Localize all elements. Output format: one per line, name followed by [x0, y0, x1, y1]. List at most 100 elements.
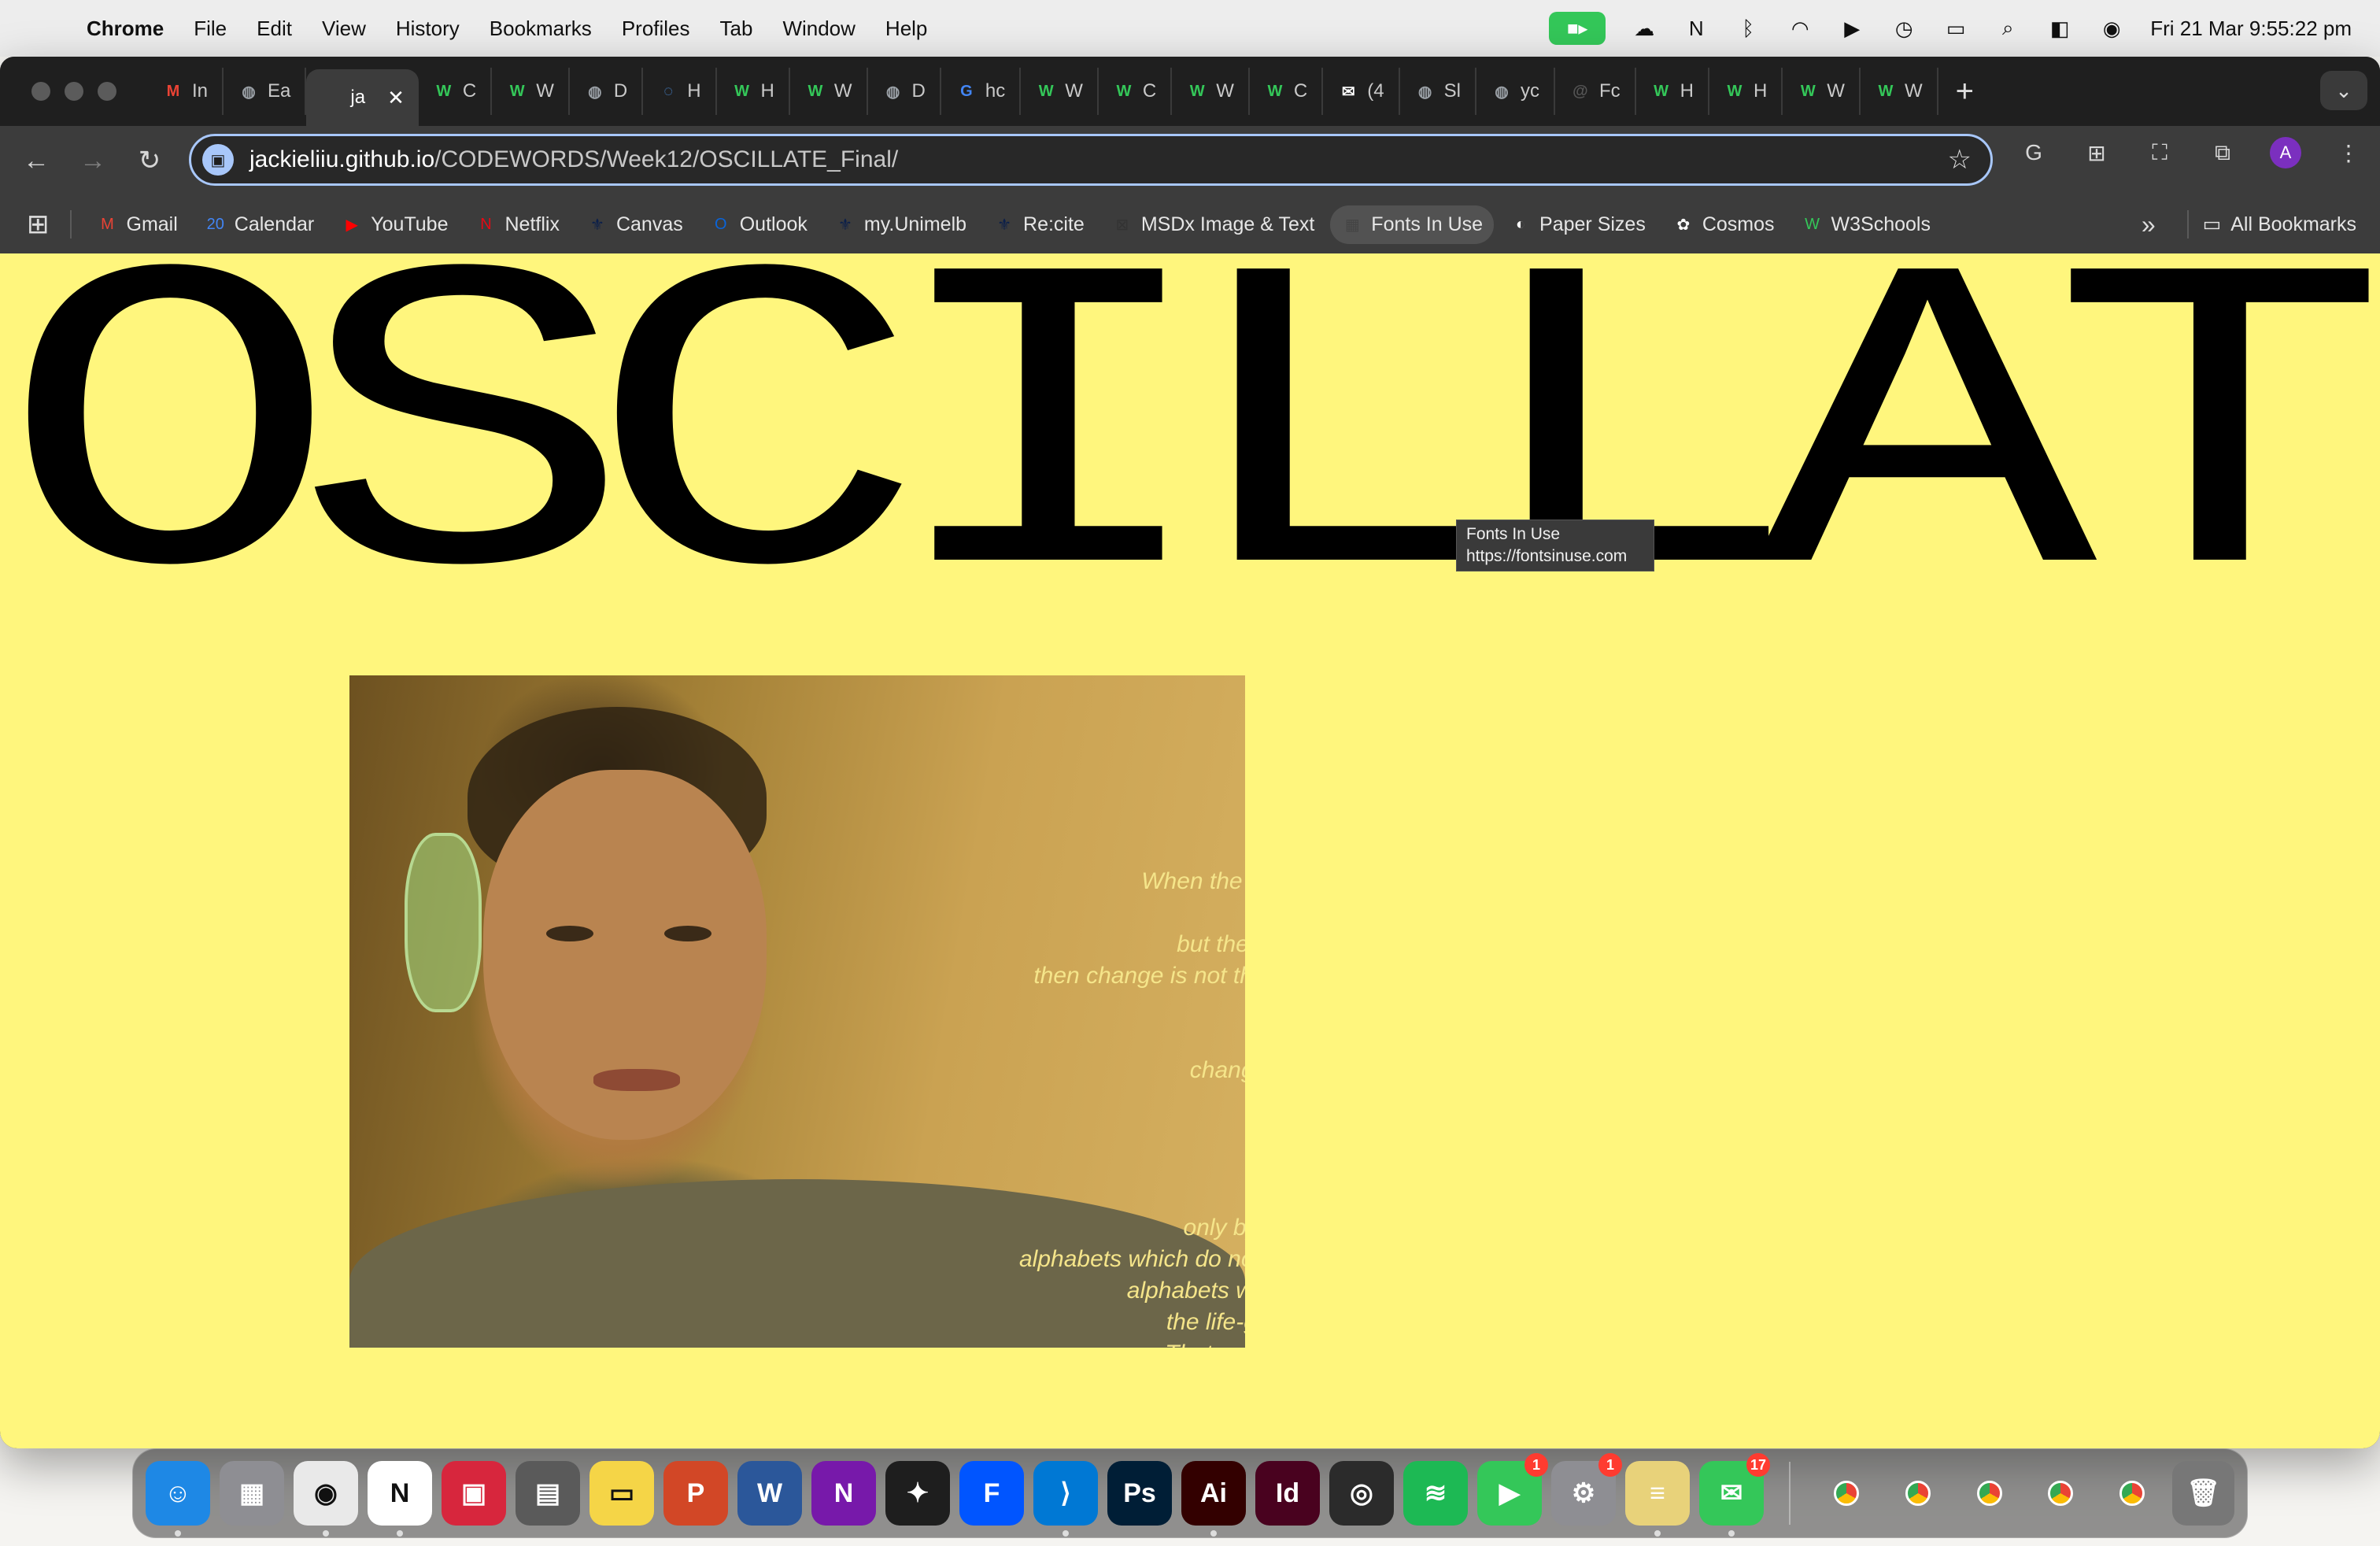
tab-20[interactable]: WH — [1709, 68, 1783, 115]
bookmark-paper-sizes[interactable]: ◐ Paper Sizes — [1499, 205, 1657, 244]
tab-17[interactable]: ◍ yc — [1476, 68, 1555, 115]
chrome-dock-icon[interactable]: ◉ — [294, 1461, 358, 1537]
close-window-button[interactable] — [31, 82, 50, 101]
tab-21[interactable]: WW — [1783, 68, 1861, 115]
illustrator-dock-icon[interactable]: Ai — [1181, 1461, 1246, 1537]
screenshot-icon[interactable]: ⛶ — [2144, 137, 2175, 168]
chrome-menu-icon[interactable]: ⋮ — [2333, 137, 2364, 168]
menu-help[interactable]: Help — [885, 17, 927, 41]
facetime-dock-icon[interactable]: ▶ 1 — [1477, 1453, 1548, 1526]
zoom-window-button[interactable] — [98, 82, 116, 101]
site-info-icon[interactable]: ▣ — [202, 144, 234, 176]
tab-9[interactable]: ◍ D — [868, 68, 941, 115]
tab-15[interactable]: ✉ (4 — [1323, 68, 1400, 115]
tab-1[interactable]: ◍ Ea — [224, 68, 307, 115]
tab-14[interactable]: WC — [1250, 68, 1324, 115]
tab-13[interactable]: WW — [1172, 68, 1250, 115]
time-machine-icon[interactable]: ◷ — [1890, 15, 1917, 42]
control-center-icon[interactable]: ◧ — [2046, 15, 2073, 42]
back-button[interactable]: ← — [8, 146, 65, 176]
word-dock-icon[interactable]: W — [737, 1461, 802, 1526]
onenote-dock-icon[interactable]: N — [811, 1461, 876, 1526]
tab-11[interactable]: WW — [1021, 68, 1099, 115]
bookmark-cosmos[interactable]: ✿ Cosmos — [1661, 205, 1786, 244]
close-tab-icon[interactable]: ✕ — [387, 86, 405, 110]
bookmark-gmail[interactable]: M Gmail — [86, 205, 189, 244]
menu-edit[interactable]: Edit — [257, 17, 292, 41]
creative-cloud-icon[interactable]: ☁ — [1631, 15, 1658, 42]
tab-5[interactable]: ◍ D — [570, 68, 644, 115]
siri-icon[interactable]: ◉ — [2098, 15, 2125, 42]
tab-2[interactable]: ja ✕ — [306, 69, 419, 126]
tab-10[interactable]: Ghc — [941, 68, 1022, 115]
minimized-window-2[interactable] — [1887, 1461, 1949, 1526]
reload-button[interactable]: ↻ — [121, 145, 178, 176]
bookmark-w3schools[interactable]: W W3Schools — [1791, 205, 1942, 244]
tab-19[interactable]: WH — [1636, 68, 1709, 115]
address-bar[interactable]: ▣ jackieliiu.github.io/CODEWORDS/Week12/… — [189, 134, 1993, 186]
bookmark-fonts-in-use[interactable]: ▦ Fonts In Use — [1330, 205, 1495, 244]
bookmark-msdx-image-text[interactable]: ⊠ MSDx Image & Text — [1100, 205, 1325, 244]
apps-grid-icon[interactable]: ⊞ — [27, 209, 50, 240]
battery-icon[interactable]: ▭ — [1942, 15, 1969, 42]
notion-dock-icon[interactable]: N — [368, 1461, 432, 1537]
bookmark-netflix[interactable]: N Netflix — [464, 205, 571, 244]
messages-dock-icon[interactable]: ✉ 17 — [1699, 1453, 1770, 1537]
indesign-dock-icon[interactable]: Id — [1255, 1461, 1320, 1526]
photo-booth-dock-icon[interactable]: ▣ — [442, 1461, 506, 1526]
bookmark-re-cite[interactable]: ⚜ Re:cite — [982, 205, 1096, 244]
trash-icon[interactable]: 🗑 — [2172, 1461, 2235, 1526]
tab-0[interactable]: M In — [148, 68, 224, 115]
menu-window[interactable]: Window — [782, 17, 855, 41]
tab-16[interactable]: ◍ Sl — [1400, 68, 1476, 115]
play-icon[interactable]: ▶ — [1839, 15, 1865, 42]
tab-4[interactable]: WW — [492, 68, 570, 115]
spotify-dock-icon[interactable]: ≋ — [1403, 1461, 1468, 1526]
menu-tab[interactable]: Tab — [720, 17, 753, 41]
bookmark-outlook[interactable]: O Outlook — [699, 205, 819, 244]
wifi-icon[interactable]: ◠ — [1787, 15, 1813, 42]
url-text[interactable]: jackieliiu.github.io/CODEWORDS/Week12/OS… — [249, 146, 898, 173]
tab-22[interactable]: WW — [1861, 68, 1938, 115]
menu-file[interactable]: File — [194, 17, 227, 41]
notes-dock-icon[interactable]: ▭ — [589, 1461, 654, 1526]
spotlight-icon[interactable]: ⌕ — [1994, 15, 2021, 42]
framer-dock-icon[interactable]: F — [959, 1461, 1024, 1526]
logic-dock-icon[interactable]: ◎ — [1329, 1461, 1394, 1526]
bookmark-canvas[interactable]: ⚜ Canvas — [575, 205, 694, 244]
menu-app-name[interactable]: Chrome — [87, 17, 164, 41]
minimized-window-3[interactable] — [1958, 1461, 2020, 1526]
tab-12[interactable]: WC — [1099, 68, 1173, 115]
minimized-window-4[interactable] — [2030, 1461, 2092, 1526]
bookmark-star-icon[interactable]: ☆ — [1948, 144, 1972, 176]
tab-8[interactable]: WW — [790, 68, 868, 115]
stickies-dock-icon[interactable]: ≡ — [1625, 1461, 1690, 1537]
calculator-dock-icon[interactable]: ▤ — [516, 1461, 580, 1526]
bookmark-youtube[interactable]: ▶ YouTube — [330, 205, 459, 244]
tab-3[interactable]: WC — [419, 68, 493, 115]
tab-search-button[interactable]: ⌄ — [2320, 71, 2367, 110]
photoshop-dock-icon[interactable]: Ps — [1107, 1461, 1172, 1526]
notion-status-icon[interactable]: N — [1683, 15, 1709, 42]
launchpad-dock-icon[interactable]: ▦ — [220, 1461, 284, 1526]
menu-history[interactable]: History — [396, 17, 460, 41]
more-bookmarks-chevron-icon[interactable]: » — [2142, 210, 2156, 239]
menu-profiles[interactable]: Profiles — [622, 17, 690, 41]
system-settings-dock-icon[interactable]: ⚙ 1 — [1551, 1453, 1622, 1526]
menu-clock[interactable]: Fri 21 Mar 9:55:22 pm — [2150, 17, 2352, 41]
finder-dock-icon[interactable]: ☺ — [146, 1461, 210, 1537]
new-tab-button[interactable]: + — [1956, 74, 1974, 109]
minimize-window-button[interactable] — [65, 82, 83, 101]
powerpoint-dock-icon[interactable]: P — [663, 1461, 728, 1526]
tab-6[interactable]: ◌ H — [643, 68, 717, 115]
tab-18[interactable]: @ Fc — [1555, 68, 1636, 115]
bookmark-calendar[interactable]: 20 Calendar — [194, 205, 325, 244]
vscode-dock-icon[interactable]: ⟩ — [1033, 1461, 1098, 1537]
extensions-puzzle-icon[interactable]: ⧉ — [2207, 137, 2238, 168]
menu-view[interactable]: View — [322, 17, 366, 41]
bluetooth-icon[interactable]: ᛒ — [1735, 15, 1761, 42]
bookmark-my-unimelb[interactable]: ⚜ my.Unimelb — [823, 205, 978, 244]
forward-button[interactable]: → — [65, 146, 121, 176]
facetime-status-icon[interactable]: ■▸ — [1549, 12, 1606, 45]
grammarly-icon[interactable]: G — [2018, 137, 2049, 168]
